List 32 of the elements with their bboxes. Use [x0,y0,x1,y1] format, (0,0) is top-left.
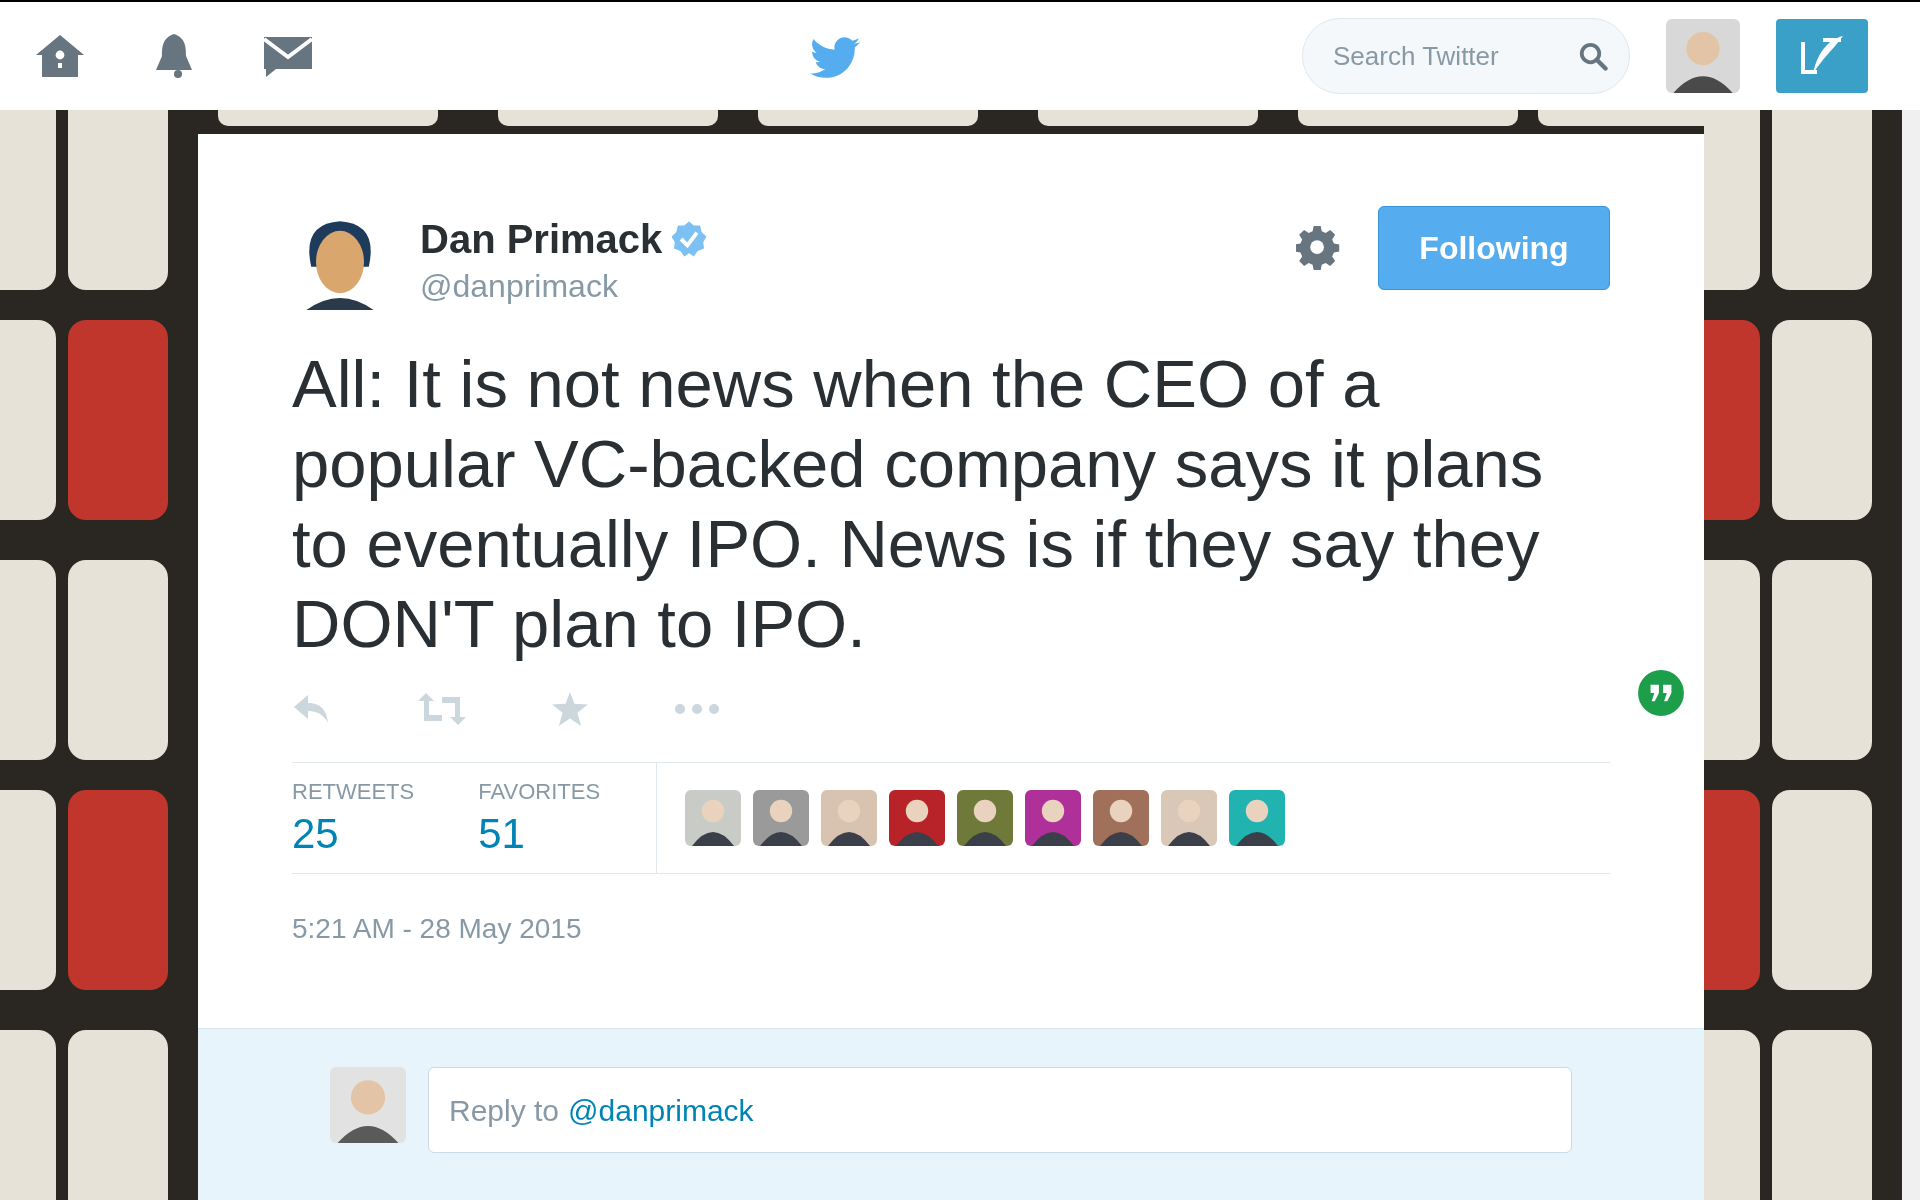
search-field[interactable]: Search Twitter [1302,18,1630,94]
avatar-icon [753,790,810,846]
avatar-icon [1229,790,1286,846]
avatar-icon [1161,790,1218,846]
avatar-icon [889,790,946,846]
search-icon[interactable] [1578,41,1608,71]
compose-button[interactable] [1776,19,1868,93]
reply-prompt: Reply to [449,1092,560,1129]
quote-bubble-icon[interactable] [1636,668,1686,718]
avatar-icon [1025,790,1082,846]
user-avatar-icon [330,1067,406,1143]
avatar-icon [1093,790,1150,846]
stat-count[interactable]: 25 [292,808,415,861]
avatar-icon [685,790,742,846]
avatar-icon [957,790,1014,846]
settings-icon[interactable] [1296,225,1342,271]
home-icon[interactable] [34,33,86,79]
stat-count[interactable]: 51 [478,808,601,861]
author-name[interactable]: Dan Primack [420,214,663,264]
star-icon[interactable] [552,692,588,726]
tweet-timestamp: 5:21 AM - 28 May 2015 [292,912,583,946]
tweet-text: All: It is not news when the CEO of a popular VC-backed company says it plans to eventually IPO. News is if they say they DON'T plan to IPO. [292,345,1545,663]
reply-field[interactable]: Reply to @danprimack [428,1067,1572,1153]
profile-avatar-icon[interactable] [1666,19,1740,93]
stat-label: RETWEETS [292,778,415,807]
bird-logo-icon[interactable] [810,37,860,79]
author-handle[interactable]: @danprimack [420,266,709,306]
avatar-icon [821,790,878,846]
mention-link[interactable]: @danprimack [568,1087,754,1133]
scrollbar[interactable] [1902,110,1920,1200]
following-button[interactable]: Following [1378,206,1610,290]
stat-label: FAVORITES [478,778,601,807]
